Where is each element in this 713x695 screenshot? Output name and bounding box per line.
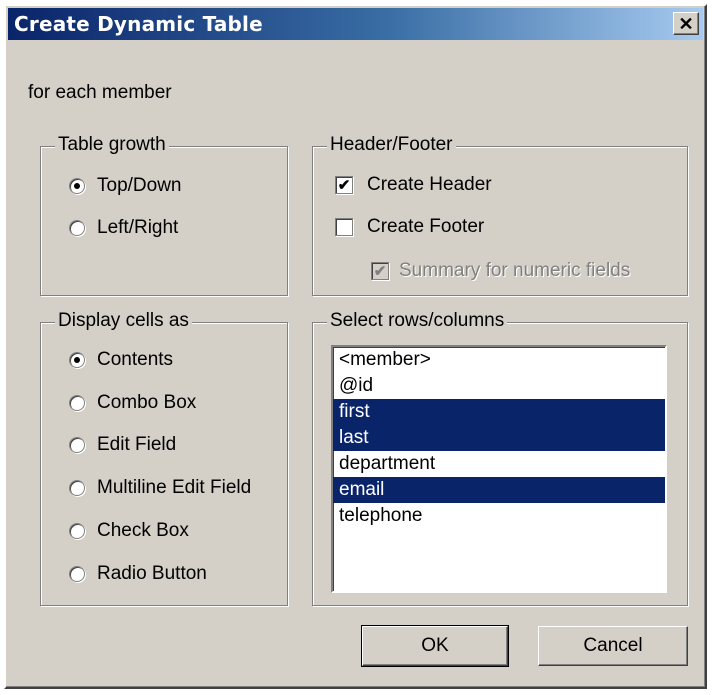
radio-left-right[interactable]: Left/Right — [69, 217, 178, 239]
radio-label: Edit Field — [97, 434, 177, 455]
radio-edit-field[interactable]: Edit Field — [69, 434, 176, 456]
table-growth-legend: Table growth — [55, 134, 169, 156]
radio-multiline-edit-field[interactable]: Multiline Edit Field — [69, 477, 251, 499]
close-icon: ✕ — [678, 13, 694, 34]
rows-columns-listbox[interactable]: <member> @id first last department email… — [331, 345, 667, 593]
create-dynamic-table-dialog: Create Dynamic Table ✕ for each member T… — [4, 4, 707, 689]
radio-button-icon — [69, 395, 85, 411]
radio-check-box[interactable]: Check Box — [69, 520, 189, 542]
header-footer-group: Header/Footer ✔ Create Header Create Foo… — [312, 134, 688, 296]
radio-label: Top/Down — [97, 175, 182, 196]
display-cells-legend: Display cells as — [55, 310, 192, 332]
select-rows-group: Select rows/columns <member> @id first l… — [312, 310, 688, 606]
list-item[interactable]: department — [333, 451, 665, 477]
list-item[interactable]: last — [333, 425, 665, 451]
summary-numeric-checkbox: ✔ Summary for numeric fields — [371, 260, 630, 282]
dialog-title: Create Dynamic Table — [14, 12, 263, 36]
list-item[interactable]: @id — [333, 373, 665, 399]
radio-selected-dot — [74, 357, 80, 363]
radio-label: Left/Right — [97, 217, 179, 238]
ok-button[interactable]: OK — [361, 625, 509, 667]
radio-label: Radio Button — [97, 563, 207, 584]
checkbox-unchecked-icon — [335, 218, 353, 236]
radio-combo-box[interactable]: Combo Box — [69, 392, 196, 414]
radio-selected-dot — [74, 183, 80, 189]
radio-button-icon — [69, 178, 85, 194]
close-button[interactable]: ✕ — [673, 12, 699, 35]
list-item[interactable]: first — [333, 399, 665, 425]
radio-button-icon — [69, 437, 85, 453]
radio-label: Check Box — [97, 520, 189, 541]
radio-button-icon — [69, 523, 85, 539]
radio-top-down[interactable]: Top/Down — [69, 175, 182, 197]
create-footer-checkbox[interactable]: Create Footer — [335, 216, 484, 238]
radio-label: Combo Box — [97, 392, 197, 413]
checkbox-label: Create Footer — [367, 216, 485, 237]
select-rows-legend: Select rows/columns — [327, 310, 508, 332]
radio-label: Contents — [97, 349, 174, 370]
cancel-button[interactable]: Cancel — [538, 626, 688, 666]
radio-button-icon — [69, 352, 85, 368]
list-item[interactable]: telephone — [333, 503, 665, 529]
radio-button-icon — [69, 220, 85, 236]
radio-button-icon — [69, 480, 85, 496]
context-label: for each member — [28, 82, 172, 103]
checkbox-label: Summary for numeric fields — [399, 260, 631, 281]
checkbox-label: Create Header — [367, 174, 492, 195]
header-footer-legend: Header/Footer — [327, 134, 456, 156]
checkbox-checked-icon: ✔ — [335, 176, 353, 194]
radio-label: Multiline Edit Field — [97, 477, 252, 498]
list-item[interactable]: <member> — [333, 347, 665, 373]
radio-button-icon — [69, 566, 85, 582]
radio-radio-button[interactable]: Radio Button — [69, 563, 207, 585]
list-item[interactable]: email — [333, 477, 665, 503]
display-cells-group: Display cells as Contents Combo Box Edit… — [40, 310, 288, 606]
checkbox-checked-disabled-icon: ✔ — [371, 262, 389, 280]
title-bar[interactable]: Create Dynamic Table ✕ — [8, 8, 703, 40]
radio-contents[interactable]: Contents — [69, 349, 173, 371]
table-growth-group: Table growth Top/Down Left/Right — [40, 134, 288, 296]
create-header-checkbox[interactable]: ✔ Create Header — [335, 174, 492, 196]
